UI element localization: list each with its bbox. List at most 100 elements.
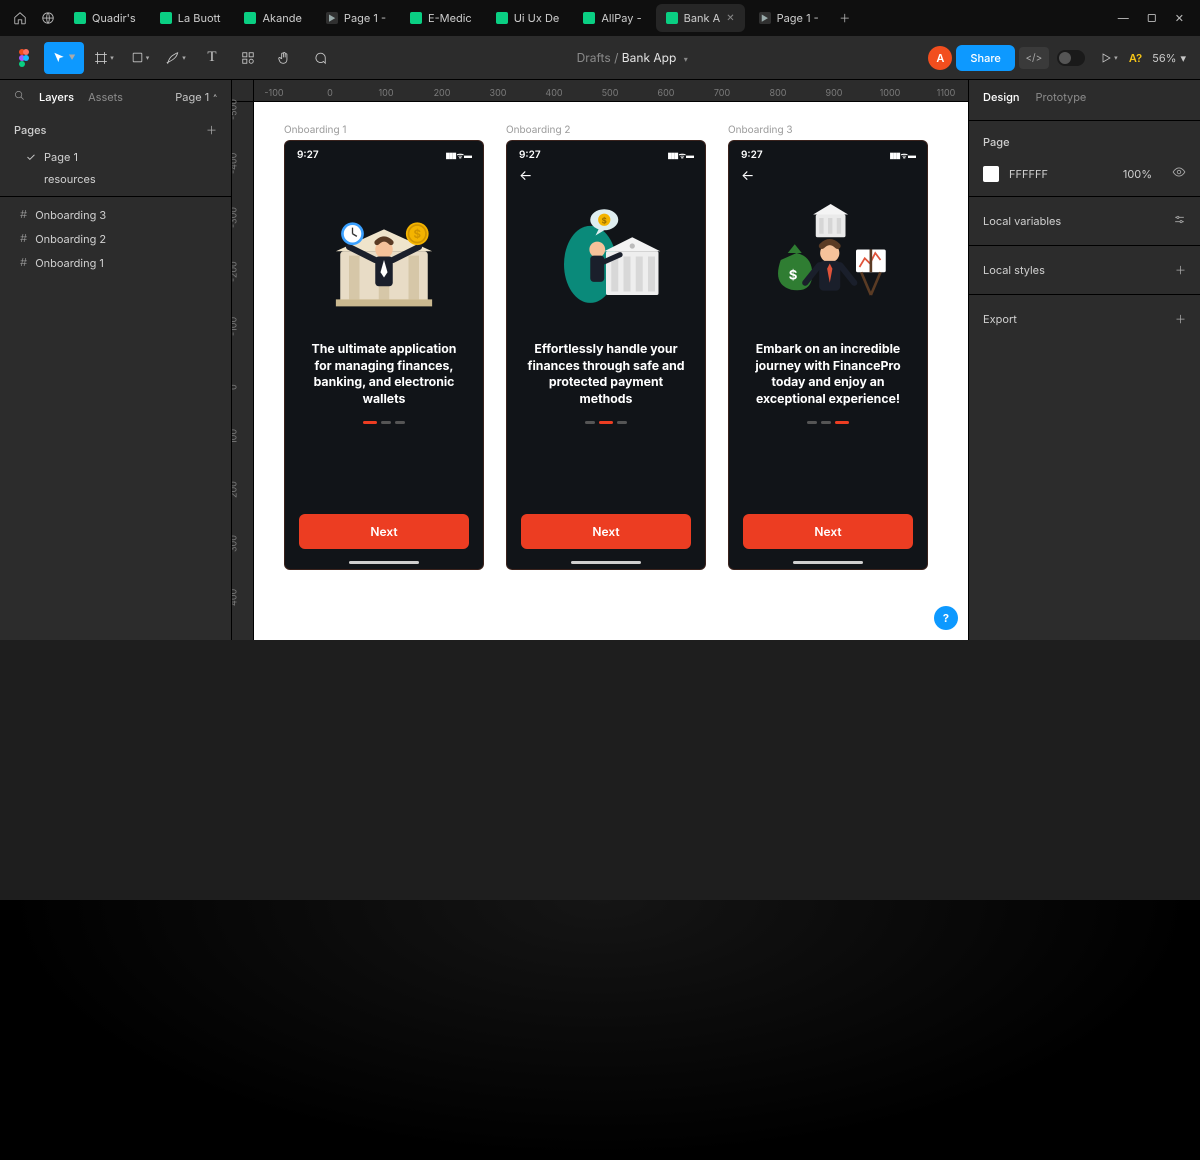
local-styles-row[interactable]: Local styles ＋ <box>969 252 1200 288</box>
browser-tab[interactable]: Bank A✕ <box>656 4 745 32</box>
window-minimize-icon[interactable]: — <box>1118 11 1129 25</box>
ruler-tick: -300 <box>232 207 240 228</box>
ruler-tick: 500 <box>602 88 619 99</box>
breadcrumb[interactable]: Drafts / Bank App ▾ <box>340 50 924 65</box>
breadcrumb-sep: / <box>614 50 618 65</box>
next-button[interactable]: Next <box>521 514 691 549</box>
tab-label: Quadir's <box>92 11 136 25</box>
zoom-level[interactable]: 56%▾ <box>1146 51 1192 65</box>
page-selector[interactable]: Page 1 ^ <box>175 90 217 104</box>
frame-title-label[interactable]: Onboarding 2 <box>506 124 706 136</box>
browser-tab[interactable]: E-Medic <box>400 4 482 32</box>
browser-tab[interactable]: Quadir's <box>64 4 146 32</box>
home-indicator <box>571 561 641 564</box>
tab-label: La Buott <box>178 11 221 25</box>
add-page-button[interactable]: ＋ <box>206 122 217 138</box>
canvas-stage[interactable]: Onboarding 1 9:27 ▮▮▮ ᯤ ▬ $ The ultimate… <box>254 102 968 640</box>
frame-tool[interactable]: ▾ <box>88 42 120 74</box>
color-swatch[interactable] <box>983 166 999 182</box>
page-item[interactable]: resources <box>0 168 231 190</box>
window-close-icon[interactable]: ✕ <box>1175 11 1184 25</box>
hand-tool[interactable] <box>268 42 300 74</box>
canvas[interactable]: -100010020030040050060070080090010001100… <box>232 80 968 640</box>
search-icon[interactable] <box>14 90 25 104</box>
avatar[interactable]: A <box>928 46 952 70</box>
onboarding-illustration: $ <box>507 185 705 335</box>
frame-title-label[interactable]: Onboarding 3 <box>728 124 928 136</box>
ruler-tick: 0 <box>232 384 240 390</box>
browser-tab[interactable]: ▶ Page 1 - <box>316 4 396 32</box>
artboard-frame[interactable]: 9:27 ▮▮▮ ᯤ ▬ ← $ Effortlessly handle you… <box>506 140 706 570</box>
visibility-toggle-icon[interactable] <box>1172 165 1186 182</box>
tab-prototype[interactable]: Prototype <box>1036 90 1087 104</box>
next-button[interactable]: Next <box>743 514 913 549</box>
browser-tab[interactable]: Ui Ux De <box>486 4 570 32</box>
export-row[interactable]: Export ＋ <box>969 301 1200 337</box>
ruler-tick: -500 <box>232 99 240 120</box>
ruler-horizontal: -100010020030040050060070080090010001100 <box>254 80 968 102</box>
layer-name: Onboarding 1 <box>35 256 104 270</box>
tab-assets[interactable]: Assets <box>88 90 123 104</box>
artboard-frame[interactable]: 9:27 ▮▮▮ ᯤ ▬ ← $ Embark on an incredible… <box>728 140 928 570</box>
tab-favicon-icon <box>583 12 595 24</box>
next-button[interactable]: Next <box>299 514 469 549</box>
add-style-button[interactable]: ＋ <box>1175 262 1186 278</box>
resources-tool[interactable] <box>232 42 264 74</box>
browser-tab[interactable]: La Buott <box>150 4 231 32</box>
left-panel: Layers Assets Page 1 ^ Pages ＋ ✓ Page 1 … <box>0 80 232 640</box>
frame-title-label[interactable]: Onboarding 1 <box>284 124 484 136</box>
tab-favicon-icon: ▶ <box>759 12 771 24</box>
app-toolbar: ▼ ▾ ▾ ▾ T Drafts / Bank App ▾ A Share </… <box>0 36 1200 80</box>
tab-favicon-icon <box>244 12 256 24</box>
tab-design[interactable]: Design <box>983 90 1020 104</box>
globe-icon[interactable] <box>36 6 60 30</box>
layer-frame-item[interactable]: # Onboarding 1 <box>0 251 231 275</box>
figma-menu-icon[interactable] <box>8 42 40 74</box>
page-item[interactable]: ✓ Page 1 <box>0 146 231 168</box>
tab-favicon-icon <box>666 12 678 24</box>
frame-icon: # <box>20 256 27 270</box>
ruler-tick: 100 <box>378 88 393 99</box>
toggle-switch[interactable] <box>1057 50 1085 66</box>
ruler-vertical: -500-400-300-200-1000100200300400 <box>232 102 254 640</box>
text-tool[interactable]: T <box>196 42 228 74</box>
new-tab-button[interactable]: ＋ <box>833 6 857 30</box>
artboard-frame[interactable]: 9:27 ▮▮▮ ᯤ ▬ $ The ultimate application … <box>284 140 484 570</box>
browser-tab[interactable]: ▶ Page 1 - <box>749 4 829 32</box>
ruler-tick: 1100 <box>937 88 956 99</box>
layer-frame-item[interactable]: # Onboarding 3 <box>0 203 231 227</box>
browser-tab[interactable]: Akande <box>234 4 311 32</box>
status-time: 9:27 <box>297 149 319 161</box>
local-variables-row[interactable]: Local variables <box>969 203 1200 239</box>
home-icon[interactable] <box>8 6 32 30</box>
tab-layers[interactable]: Layers <box>39 90 74 104</box>
pen-tool[interactable]: ▾ <box>160 42 192 74</box>
status-bar: 9:27 ▮▮▮ ᯤ ▬ <box>729 141 927 165</box>
layer-frame-item[interactable]: # Onboarding 2 <box>0 227 231 251</box>
dev-mode-toggle[interactable]: </> <box>1019 47 1049 69</box>
missing-fonts-icon[interactable]: A? <box>1129 51 1142 65</box>
status-time: 9:27 <box>519 149 541 161</box>
share-button[interactable]: Share <box>956 45 1014 71</box>
tab-label: AllPay - <box>601 11 641 25</box>
status-indicators-icon: ▮▮▮ ᯤ ▬ <box>667 150 693 161</box>
comment-tool[interactable] <box>304 42 336 74</box>
chevron-up-icon: ^ <box>213 92 217 102</box>
window-maximize-icon[interactable]: ▢ <box>1147 11 1157 25</box>
ruler-tick: 300 <box>490 88 507 99</box>
ruler-tick: 200 <box>232 481 240 498</box>
add-export-button[interactable]: ＋ <box>1175 311 1186 327</box>
shape-tool[interactable]: ▾ <box>124 42 156 74</box>
back-button[interactable]: ← <box>729 165 927 185</box>
help-button[interactable]: ? <box>934 606 958 630</box>
tab-close-icon[interactable]: ✕ <box>726 12 734 24</box>
browser-tab[interactable]: AllPay - <box>573 4 651 32</box>
present-button[interactable]: ▾ <box>1093 42 1125 74</box>
move-tool[interactable]: ▼ <box>44 42 84 74</box>
check-icon: ✓ <box>26 150 36 164</box>
status-time: 9:27 <box>741 149 763 161</box>
back-button[interactable]: ← <box>507 165 705 185</box>
chevron-down-icon: ▾ <box>684 54 688 64</box>
settings-sliders-icon[interactable] <box>1173 213 1186 229</box>
page-background-row[interactable]: FFFFFF 100% <box>969 157 1200 190</box>
